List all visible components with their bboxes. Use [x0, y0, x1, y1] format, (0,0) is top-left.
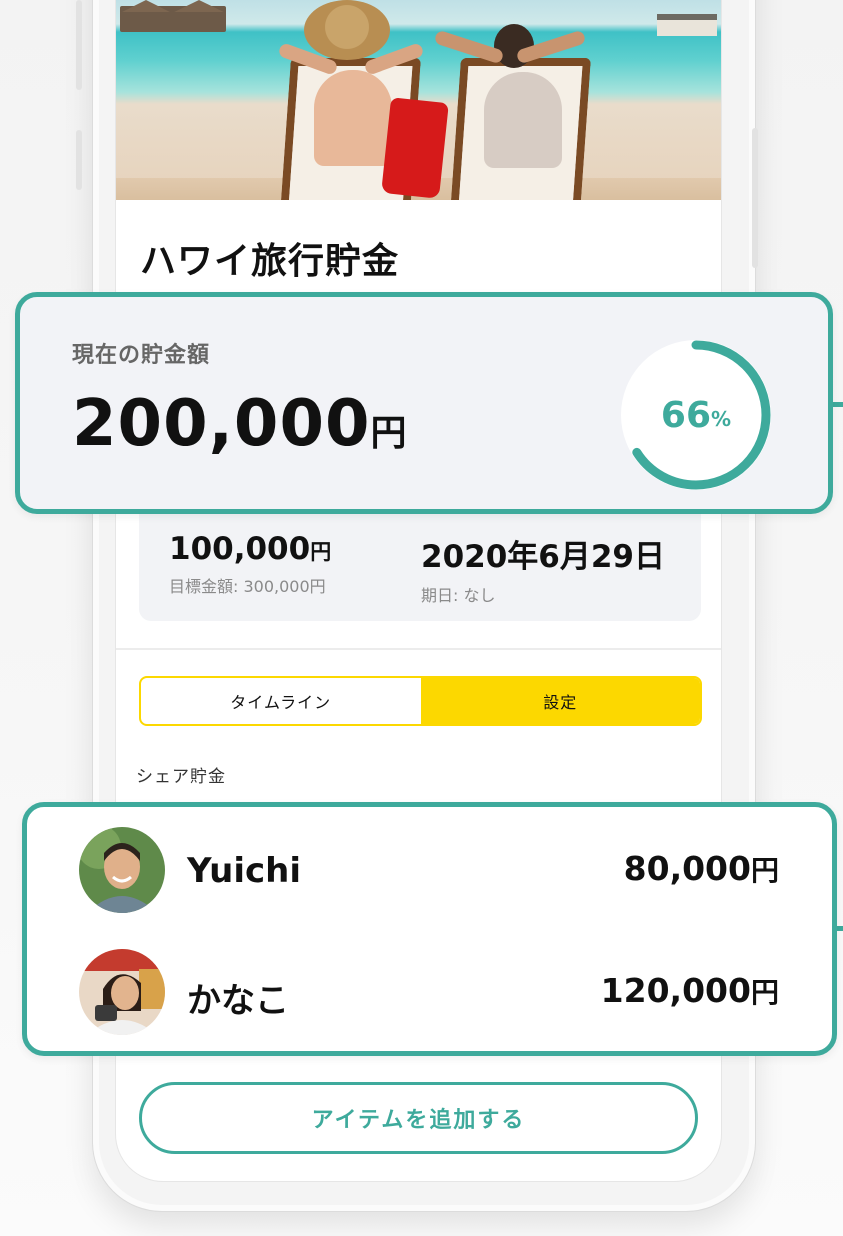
member-amount: 80,000円 — [623, 849, 779, 888]
phone-side-button-left — [76, 0, 82, 90]
progress-ring: 66% — [616, 335, 776, 495]
current-savings-amount: 200,000円 — [72, 387, 408, 461]
red-bag — [381, 97, 449, 199]
progress-percent: 66% — [660, 394, 732, 436]
tab-timeline[interactable]: タイムライン — [141, 678, 421, 724]
tab-settings[interactable]: 設定 — [420, 678, 700, 724]
member-name: Yuichi — [187, 851, 302, 891]
member-name: かなこ — [187, 981, 289, 1021]
remaining-amount: 100,000円 — [169, 531, 332, 567]
member-row[interactable]: かなこ 120,000円 — [79, 949, 779, 1039]
current-savings-label: 現在の貯金額 — [72, 343, 211, 368]
deadline-text: 期日: なし — [421, 586, 496, 605]
avatar — [79, 949, 165, 1035]
member-row[interactable]: Yuichi 80,000円 — [79, 827, 779, 917]
phone-side-button — [752, 128, 758, 268]
goal-title: ハワイ旅行貯金 — [140, 241, 400, 282]
remaining-stat: 100,000円 目標金額: 300,000円 — [169, 531, 331, 597]
hero-beach-image — [116, 0, 721, 200]
tab-bar: タイムライン 設定 — [139, 676, 702, 726]
target-amount-text: 目標金額: 300,000円 — [169, 577, 326, 596]
add-item-button[interactable]: アイテムを追加する — [139, 1082, 698, 1154]
divider — [116, 648, 721, 650]
member-amount: 120,000円 — [600, 971, 779, 1010]
date-stat: 2020年6月29日 期日: なし — [421, 531, 665, 606]
avatar — [79, 827, 165, 913]
share-savings-label: シェア貯金 — [136, 767, 226, 787]
date-value: 2020年6月29日 — [421, 539, 665, 575]
phone-side-button-left-2 — [76, 130, 82, 190]
current-savings-card: 現在の貯金額 200,000円 66% — [15, 292, 833, 514]
share-members-card: Yuichi 80,000円 かなこ 120,000円 — [22, 802, 837, 1056]
